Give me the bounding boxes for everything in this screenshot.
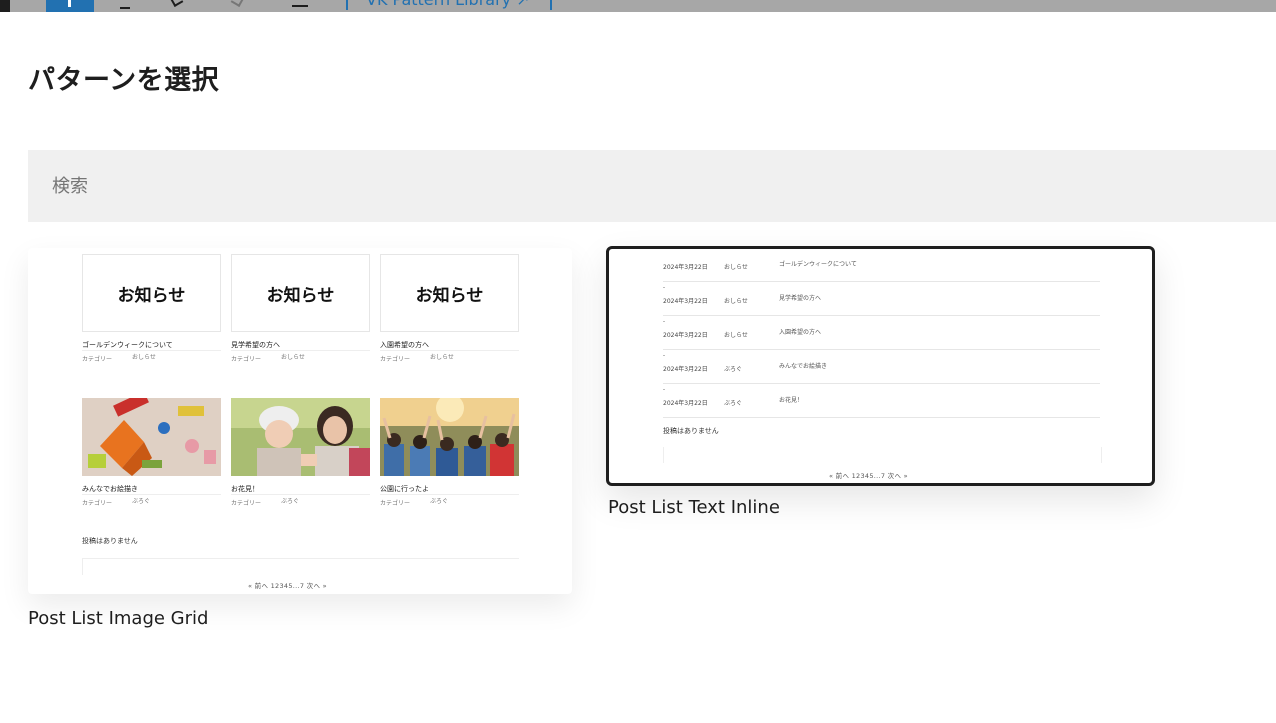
divider bbox=[663, 349, 1100, 350]
meta-key: カテゴリー bbox=[380, 356, 411, 363]
pattern-post-list-text-inline[interactable]: 2024年3月22日 おしらせ ゴールデンウィークについて 2024年3月22日… bbox=[606, 246, 1155, 518]
document-overview-icon[interactable] bbox=[292, 5, 308, 7]
tools-icon[interactable] bbox=[120, 0, 130, 9]
undo-icon[interactable] bbox=[170, 0, 184, 7]
thumbnail-text: お知らせ bbox=[82, 254, 221, 332]
item-meta: カテゴリー ぶろぐ bbox=[380, 498, 448, 507]
post-date: 2024年3月22日 bbox=[663, 332, 708, 339]
search-input[interactable] bbox=[28, 150, 1276, 222]
people-illustration bbox=[231, 398, 370, 476]
divider bbox=[380, 350, 519, 351]
pattern-preview[interactable]: 2024年3月22日 おしらせ ゴールデンウィークについて 2024年3月22日… bbox=[606, 246, 1155, 486]
meta-value: おしらせ bbox=[132, 354, 156, 361]
item-title: みんなでお絵描き bbox=[82, 485, 138, 493]
meta-value: ぶろぐ bbox=[281, 498, 300, 505]
post-category: おしらせ bbox=[724, 298, 748, 305]
item-title: 入園希望の方へ bbox=[380, 341, 429, 349]
vk-pattern-library-tab[interactable]: VK Pattern Library ↗ bbox=[346, 0, 552, 10]
item-title: 公園に行ったよ bbox=[380, 485, 429, 493]
thumbnail-image bbox=[231, 398, 370, 476]
item-meta: カテゴリー おしらせ bbox=[82, 354, 156, 363]
pattern-label: Post List Image Grid bbox=[28, 608, 209, 629]
divider bbox=[231, 494, 370, 495]
site-logo[interactable] bbox=[0, 0, 10, 12]
post-title: ゴールデンウィークについて bbox=[779, 261, 857, 268]
pattern-preview[interactable]: お知らせ ゴールデンウィークについて カテゴリー おしらせ お知らせ 見学希望の方… bbox=[28, 248, 572, 594]
empty-box bbox=[663, 447, 1102, 463]
post-date: 2024年3月22日 bbox=[663, 298, 708, 305]
divider bbox=[82, 350, 221, 351]
post-date: 2024年3月22日 bbox=[663, 366, 708, 373]
plus-icon bbox=[68, 0, 71, 7]
thumbnail-text: お知らせ bbox=[231, 254, 370, 332]
post-category: おしらせ bbox=[724, 264, 748, 271]
item-title: お花見！ bbox=[231, 485, 259, 493]
pattern-label: Post List Text Inline bbox=[608, 497, 780, 518]
post-title: お花見！ bbox=[779, 397, 804, 404]
modal-title: パターンを選択 bbox=[28, 65, 220, 96]
meta-value: おしらせ bbox=[430, 354, 454, 361]
meta-key: カテゴリー bbox=[82, 500, 113, 507]
item-meta: カテゴリー ぶろぐ bbox=[82, 498, 150, 507]
divider bbox=[663, 383, 1100, 384]
post-category: おしらせ bbox=[724, 332, 748, 339]
redo-icon[interactable] bbox=[230, 0, 244, 7]
pagination: « 前へ 12345...7 次へ » bbox=[248, 582, 327, 590]
list-row: 2024年3月22日 ぶろぐ お花見！ bbox=[663, 388, 1100, 422]
list-row: 2024年3月22日 おしらせ 見学希望の方へ bbox=[663, 286, 1100, 322]
list-row: 2024年3月22日 おしらせ 入園希望の方へ bbox=[663, 320, 1100, 356]
meta-key: カテゴリー bbox=[231, 356, 262, 363]
mother-child-photo bbox=[231, 398, 370, 476]
thumbnail-text: お知らせ bbox=[380, 254, 519, 332]
thumbnail-image bbox=[380, 398, 519, 476]
post-date: 2024年3月22日 bbox=[663, 400, 708, 407]
add-block-button[interactable] bbox=[46, 0, 94, 12]
post-title: 入園希望の方へ bbox=[779, 329, 822, 336]
meta-key: カテゴリー bbox=[82, 356, 113, 363]
park-illustration bbox=[380, 398, 519, 476]
divider bbox=[663, 281, 1100, 282]
divider bbox=[380, 494, 519, 495]
no-posts-text: 投稿はありません bbox=[82, 537, 138, 545]
meta-value: おしらせ bbox=[281, 354, 305, 361]
editor-toolbar: VK Pattern Library ↗ bbox=[0, 0, 1276, 12]
post-category: ぶろぐ bbox=[724, 366, 743, 373]
post-date: 2024年3月22日 bbox=[663, 264, 708, 271]
item-meta: カテゴリー おしらせ bbox=[380, 354, 454, 363]
post-title: みんなでお絵描き bbox=[779, 363, 828, 370]
pagination: « 前へ 12345...7 次へ » bbox=[829, 472, 908, 480]
item-meta: カテゴリー ぶろぐ bbox=[231, 498, 299, 507]
divider bbox=[663, 315, 1100, 316]
post-title: 見学希望の方へ bbox=[779, 295, 822, 302]
kids-toys-photo bbox=[82, 398, 221, 476]
meta-key: カテゴリー bbox=[231, 500, 262, 507]
kids-park-photo bbox=[380, 398, 519, 476]
toys-illustration bbox=[82, 398, 221, 476]
no-posts-text: 投稿はありません bbox=[663, 427, 719, 435]
post-category: ぶろぐ bbox=[724, 400, 743, 407]
divider bbox=[82, 494, 221, 495]
list-row: 2024年3月22日 ぶろぐ みんなでお絵描き bbox=[663, 354, 1100, 390]
pattern-post-list-image-grid[interactable]: お知らせ ゴールデンウィークについて カテゴリー おしらせ お知らせ 見学希望の方… bbox=[28, 248, 572, 629]
divider bbox=[231, 350, 370, 351]
divider bbox=[663, 417, 1100, 418]
meta-key: カテゴリー bbox=[380, 500, 411, 507]
meta-value: ぶろぐ bbox=[132, 498, 151, 505]
list-row: 2024年3月22日 おしらせ ゴールデンウィークについて bbox=[663, 252, 1100, 288]
item-meta: カテゴリー おしらせ bbox=[231, 354, 305, 363]
item-title: ゴールデンウィークについて bbox=[82, 341, 173, 349]
empty-box bbox=[82, 558, 519, 575]
thumbnail-image bbox=[82, 398, 221, 476]
item-title: 見学希望の方へ bbox=[231, 341, 280, 349]
meta-value: ぶろぐ bbox=[430, 498, 449, 505]
